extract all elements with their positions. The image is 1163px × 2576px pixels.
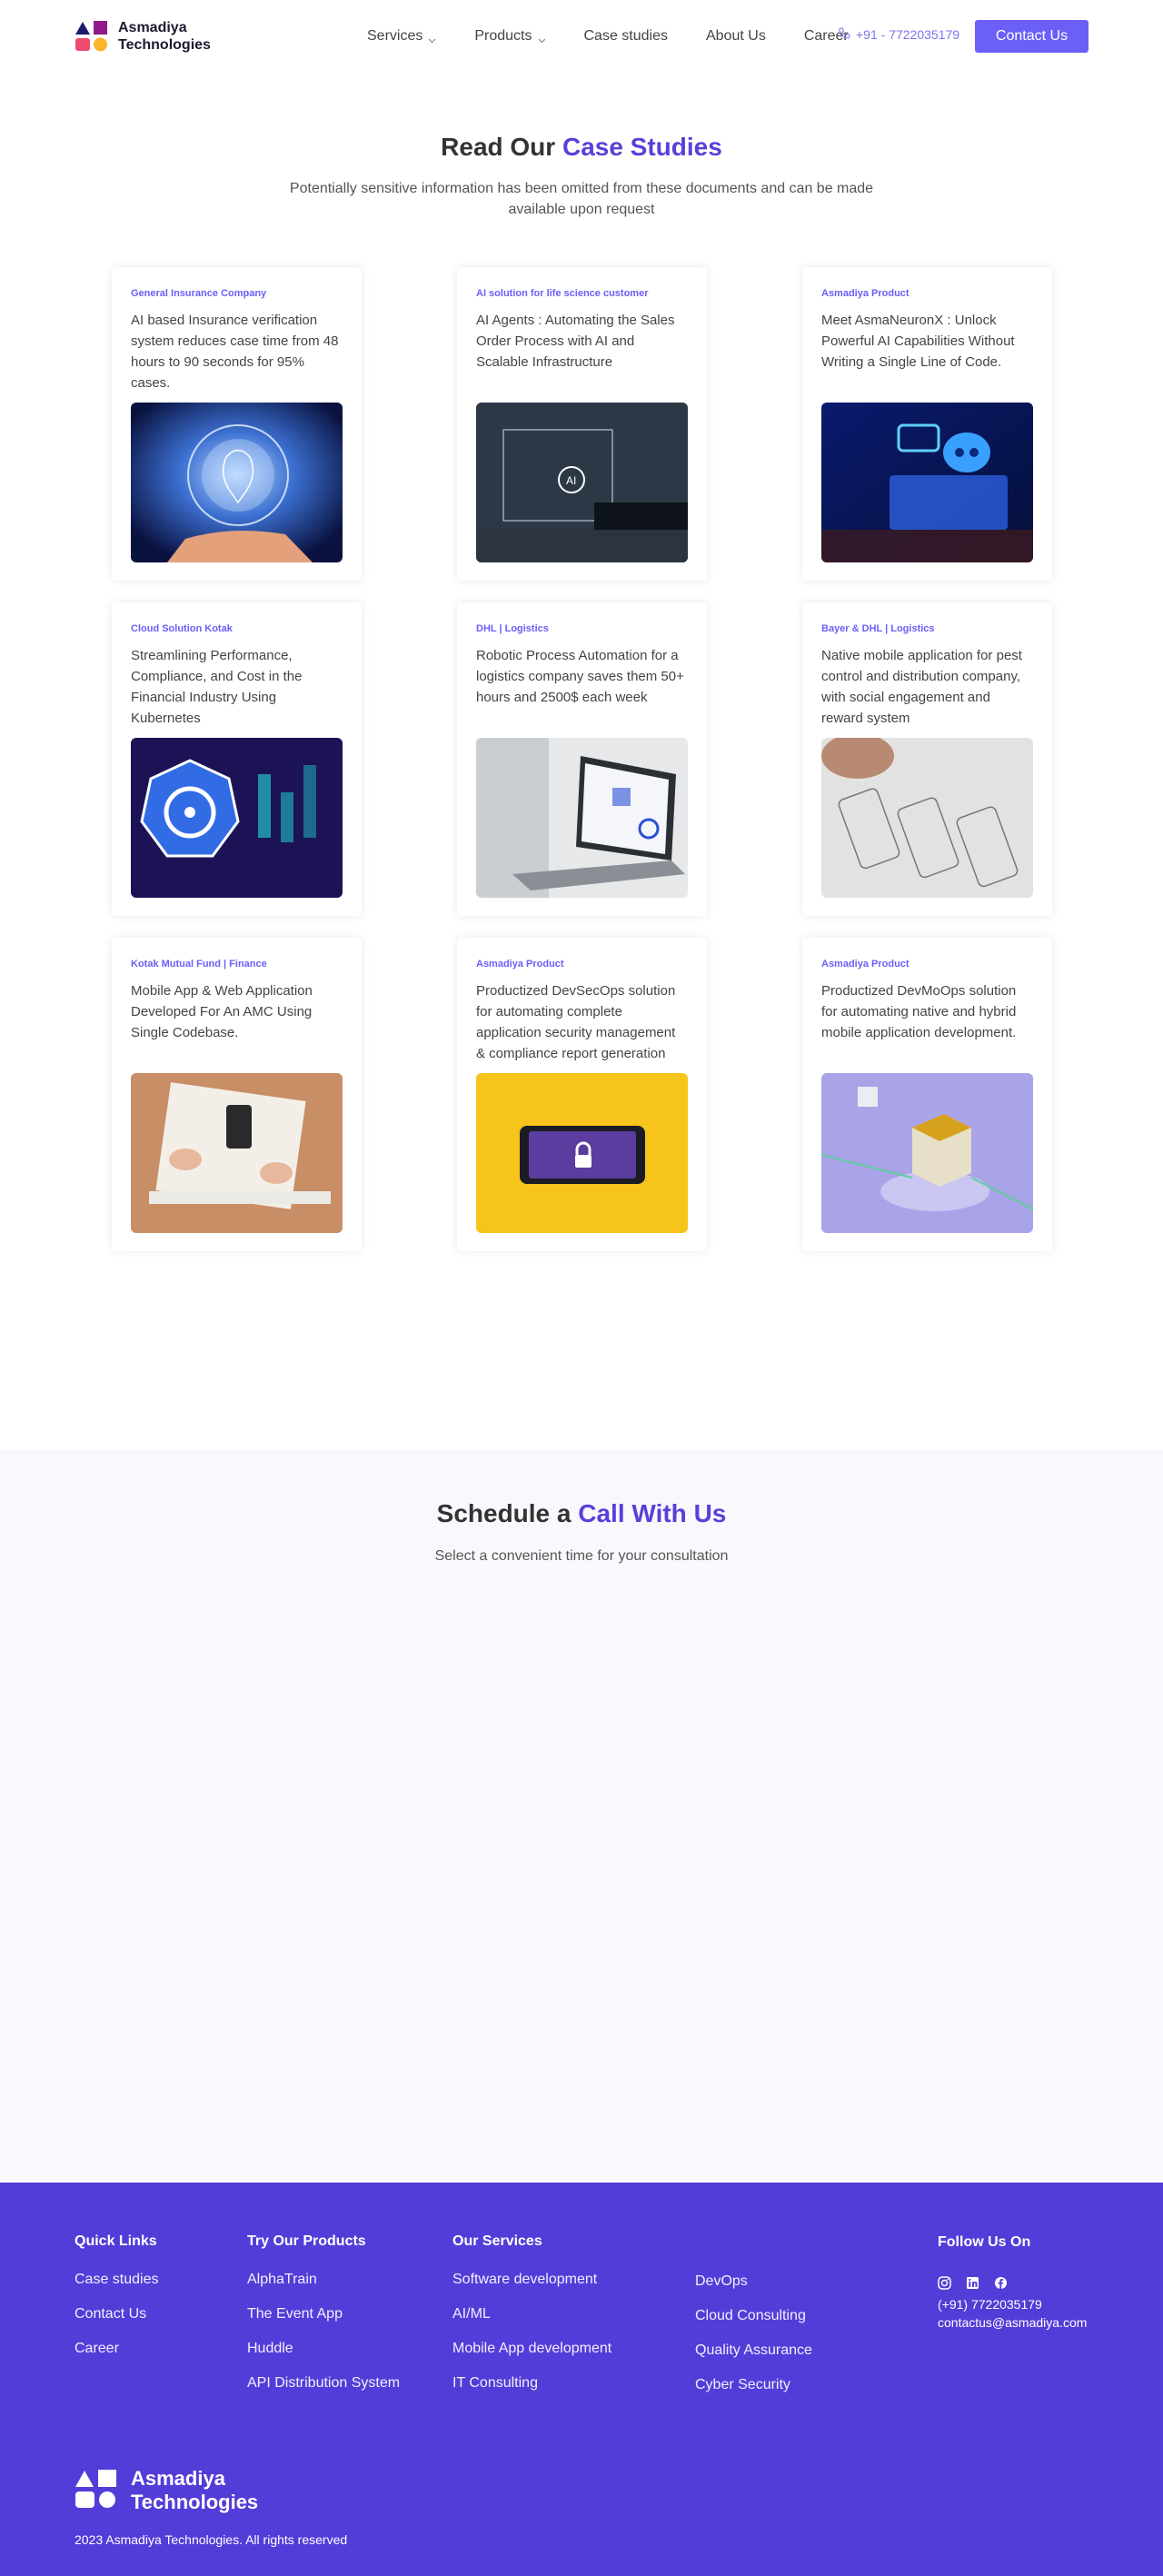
card-category: Bayer & DHL | Logistics — [821, 623, 935, 634]
social-links — [938, 2276, 1087, 2290]
footer-link-devops[interactable]: DevOps — [695, 2273, 812, 2290]
case-study-card[interactable]: General Insurance Company AI based Insur… — [112, 267, 362, 581]
desk-sketching-image — [131, 1073, 343, 1233]
footer-quick-links: Quick Links Case studies Contact Us Care… — [75, 2233, 159, 2375]
footer-link-alphatrain[interactable]: AlphaTrain — [247, 2272, 400, 2288]
wireframe-sketch-image — [821, 738, 1033, 898]
footer-brand-name: Asmadiya Technologies — [131, 2467, 259, 2513]
footer-email[interactable]: contactus@asmadiya.com — [938, 2313, 1087, 2332]
brand-logo[interactable]: Asmadiya Technologies — [75, 19, 265, 54]
case-studies-title: Read Our Case Studies — [441, 133, 722, 161]
footer-link-case-studies[interactable]: Case studies — [75, 2272, 159, 2288]
case-studies-section: Read Our Case Studies Potentially sensit… — [0, 73, 1163, 1449]
footer-link-software-dev[interactable]: Software development — [452, 2272, 611, 2288]
footer-link-event-app[interactable]: The Event App — [247, 2306, 400, 2322]
site-header: Asmadiya Technologies Services Products C… — [0, 0, 1163, 73]
instagram-icon[interactable] — [938, 2276, 951, 2290]
card-title: Native mobile application for pest contr… — [821, 648, 1022, 726]
card-title: Meet AsmaNeuronX : Unlock Powerful AI Ca… — [821, 313, 1015, 370]
case-study-card[interactable]: Asmadiya Product Productized DevSecOps s… — [457, 938, 707, 1251]
schedule-section: Schedule a Call With Us Select a conveni… — [0, 1449, 1163, 2183]
footer-link-huddle[interactable]: Huddle — [247, 2341, 400, 2357]
copyright-text: 2023 Asmadiya Technologies. All rights r… — [75, 2532, 348, 2547]
footer-link-ai-ml[interactable]: AI/ML — [452, 2306, 611, 2322]
ai-agent-laptop-image: AI — [476, 403, 688, 562]
phone-icon — [839, 27, 850, 42]
contact-us-button[interactable]: Contact Us — [975, 20, 1088, 53]
case-study-card[interactable]: DHL | Logistics Robotic Process Automati… — [457, 602, 707, 916]
facebook-icon[interactable] — [994, 2276, 1008, 2290]
chevron-down-icon — [428, 33, 436, 43]
schedule-subtitle: Select a convenient time for your consul… — [434, 1548, 729, 1564]
case-studies-subtitle: Potentially sensitive information has be… — [289, 181, 874, 217]
robot-chat-image — [821, 403, 1033, 562]
card-category: Asmadiya Product — [821, 288, 910, 299]
case-study-grid: General Insurance Company AI based Insur… — [0, 267, 1163, 1267]
phone-link[interactable]: +91 - 7722035179 — [839, 27, 959, 42]
chevron-down-icon — [538, 33, 546, 43]
phone-lock-image — [476, 1073, 688, 1233]
follow-heading: Follow Us On — [938, 2234, 1031, 2250]
schedule-title: Schedule a Call With Us — [436, 1499, 727, 1527]
card-category: Cloud Solution Kotak — [131, 623, 233, 634]
products-heading: Try Our Products — [247, 2233, 366, 2249]
case-study-card[interactable]: Bayer & DHL | Logistics Native mobile ap… — [802, 602, 1052, 916]
kubernetes-image — [131, 738, 343, 898]
footer-link-quality-assurance[interactable]: Quality Assurance — [695, 2342, 812, 2359]
card-category: DHL | Logistics — [476, 623, 549, 634]
card-title: AI based Insurance verification system r… — [131, 313, 339, 391]
main-nav: Services Products Case studies About Us … — [367, 28, 849, 45]
nav-services[interactable]: Services — [367, 28, 436, 45]
footer-follow: Follow Us On (+91) 7722035179 contactus@… — [938, 2234, 1087, 2332]
card-category: General Insurance Company — [131, 288, 267, 299]
linkedin-icon[interactable] — [966, 2276, 979, 2290]
footer-services-more: DevOps Cloud Consulting Quality Assuranc… — [695, 2273, 812, 2412]
card-category: AI solution for life science customer — [476, 288, 649, 299]
quick-links-heading: Quick Links — [75, 2233, 157, 2249]
footer-logo[interactable]: Asmadiya Technologies — [75, 2467, 258, 2514]
case-study-card[interactable]: Asmadiya Product Meet AsmaNeuronX : Unlo… — [802, 267, 1052, 581]
footer-link-mobile-app[interactable]: Mobile App development — [452, 2341, 611, 2357]
brain-globe-image — [131, 403, 343, 562]
case-study-card[interactable]: Kotak Mutual Fund | Finance Mobile App &… — [112, 938, 362, 1251]
brand-name: Asmadiya Technologies — [118, 20, 211, 53]
footer-services: Our Services Software development AI/ML … — [452, 2233, 611, 2410]
card-title: Robotic Process Automation for a logisti… — [476, 648, 684, 705]
nav-about-us[interactable]: About Us — [706, 28, 766, 45]
chip-cube-image — [821, 1073, 1033, 1233]
case-study-card[interactable]: Cloud Solution Kotak Streamlining Perfor… — [112, 602, 362, 916]
card-category: Kotak Mutual Fund | Finance — [131, 959, 267, 970]
footer-link-cloud-consulting[interactable]: Cloud Consulting — [695, 2308, 812, 2324]
footer-link-career[interactable]: Career — [75, 2341, 159, 2357]
footer-link-contact-us[interactable]: Contact Us — [75, 2306, 159, 2322]
footer-products: Try Our Products AlphaTrain The Event Ap… — [247, 2233, 400, 2410]
footer-link-it-consulting[interactable]: IT Consulting — [452, 2375, 611, 2392]
footer-link-api-distribution[interactable]: API Distribution System — [247, 2375, 400, 2392]
site-footer: Quick Links Case studies Contact Us Care… — [0, 2183, 1163, 2576]
card-title: Mobile App & Web Application Developed F… — [131, 983, 313, 1040]
logo-icon — [75, 2469, 118, 2513]
card-category: Asmadiya Product — [821, 959, 910, 970]
card-title: Productized DevSecOps solution for autom… — [476, 983, 676, 1061]
card-title: AI Agents : Automating the Sales Order P… — [476, 313, 675, 370]
svg-text:AI: AI — [566, 474, 576, 487]
footer-link-cyber-security[interactable]: Cyber Security — [695, 2377, 812, 2393]
logo-icon — [75, 19, 109, 54]
case-study-card[interactable]: Asmadiya Product Productized DevMoOps so… — [802, 938, 1052, 1251]
footer-phone[interactable]: (+91) 7722035179 — [938, 2295, 1087, 2313]
case-study-card[interactable]: AI solution for life science customer AI… — [457, 267, 707, 581]
laptop-dashboard-image — [476, 738, 688, 898]
card-title: Productized DevMoOps solution for automa… — [821, 983, 1017, 1040]
services-heading: Our Services — [452, 2233, 542, 2249]
card-category: Asmadiya Product — [476, 959, 564, 970]
nav-products[interactable]: Products — [474, 28, 545, 45]
card-title: Streamlining Performance, Compliance, an… — [131, 648, 303, 726]
nav-case-studies[interactable]: Case studies — [584, 28, 669, 45]
